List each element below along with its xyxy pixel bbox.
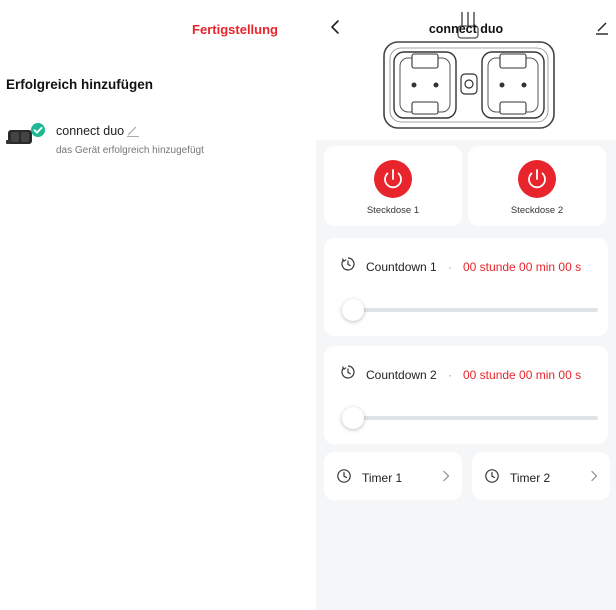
separator-dot: · — [448, 368, 452, 382]
timer-2-card[interactable]: Timer 2 — [472, 452, 610, 500]
device-thumbnail-icon — [6, 123, 45, 144]
power-icon — [384, 169, 402, 189]
chevron-right-icon — [591, 470, 598, 482]
timer-1-label: Timer 1 — [362, 471, 403, 485]
countdown-timer-icon — [341, 257, 355, 271]
chevron-right-icon — [443, 470, 450, 482]
added-device-row: connect duo das Gerät erfolgreich hinzug… — [6, 118, 306, 162]
timer-2-label: Timer 2 — [510, 471, 551, 485]
add-device-success-panel: Fertigstellung Erfolgreich hinzufügen co… — [0, 0, 316, 610]
device-header: connect duo — [316, 0, 616, 140]
done-button[interactable]: Fertigstellung — [192, 22, 278, 37]
countdown-2-time: 00 stunde 00 min 00 s — [463, 368, 582, 382]
edit-device-icon[interactable] — [594, 20, 610, 36]
device-name: connect duo — [56, 124, 125, 138]
countdown-2-card: Countdown 2 · 00 stunde 00 min 00 s — [324, 346, 608, 444]
countdown-2-slider-handle[interactable] — [342, 407, 364, 429]
socket-2-power-button[interactable] — [518, 160, 556, 198]
countdown-1-card: Countdown 1 · 00 stunde 00 min 00 s — [324, 238, 608, 336]
timer-1-card[interactable]: Timer 1 — [324, 452, 462, 500]
countdown-2-label: Countdown 2 — [366, 368, 437, 382]
socket-1-label: Steckdose 1 — [366, 205, 420, 216]
countdown-2-slider-track[interactable] — [358, 416, 598, 420]
clock-icon — [337, 469, 351, 483]
edit-name-icon[interactable] — [126, 125, 140, 137]
page-title: Erfolgreich hinzufügen — [6, 77, 153, 92]
socket-1-power-button[interactable] — [374, 160, 412, 198]
countdown-1-slider-handle[interactable] — [342, 299, 364, 321]
countdown-1-slider-track[interactable] — [358, 308, 598, 312]
device-status-text: das Gerät erfolgreich hinzugefügt — [56, 145, 204, 156]
separator-dot: · — [448, 260, 452, 274]
device-control-panel: connect duo Steckdose 1 Steckdose 2 Coun… — [316, 0, 616, 610]
countdown-1-time: 00 stunde 00 min 00 s — [463, 260, 582, 274]
power-icon — [528, 169, 546, 189]
device-title: connect duo — [428, 22, 504, 36]
countdown-1-label: Countdown 1 — [366, 260, 437, 274]
clock-icon — [485, 469, 499, 483]
countdown-timer-icon — [341, 365, 355, 379]
socket-1-card[interactable]: Steckdose 1 — [324, 146, 462, 226]
socket-2-card[interactable]: Steckdose 2 — [468, 146, 606, 226]
success-check-icon — [31, 123, 45, 137]
socket-2-label: Steckdose 2 — [510, 205, 564, 216]
